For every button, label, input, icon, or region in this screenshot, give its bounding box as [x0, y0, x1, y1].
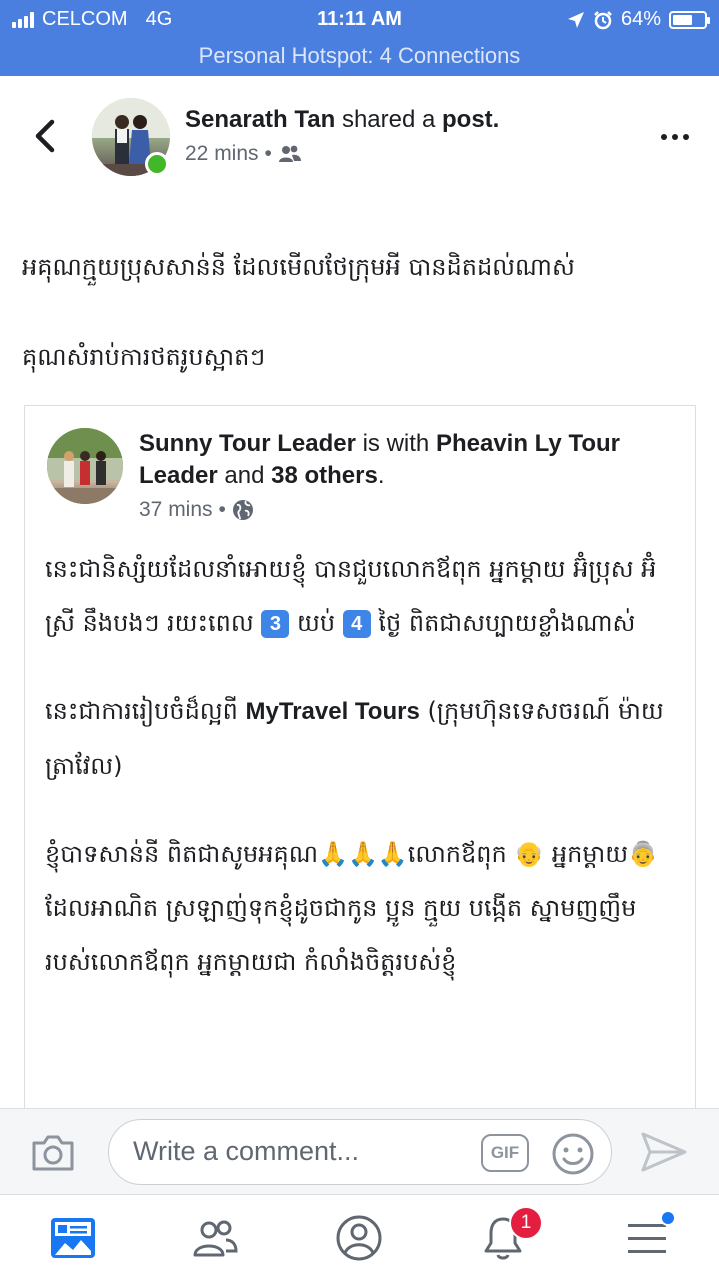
profile-icon[interactable]: [334, 1213, 384, 1263]
shared-author-name[interactable]: Sunny Tour Leader: [139, 430, 356, 457]
meta-separator: •: [264, 142, 272, 165]
old-woman-emoji: 👵: [628, 840, 658, 868]
shared-post-card[interactable]: Sunny Tour Leader is with Pheavin Ly Tou…: [24, 405, 696, 1125]
para3-text-b: លោកឪពុក: [407, 840, 515, 868]
para1-text-c: ថ្ងៃ ពិតជាសប្បាយខ្លាំងណាស់: [370, 609, 636, 637]
more-options-icon[interactable]: [661, 134, 689, 140]
shared-post-title: Sunny Tour Leader is with Pheavin Ly Tou…: [139, 428, 679, 492]
shared-post-link[interactable]: post.: [442, 106, 499, 133]
tagged-others[interactable]: 38 others: [271, 462, 378, 489]
paragraph-3: ខ្ញុំបាទសាន់នី ពិតជាសូមអគុណ🙏🙏🙏លោកឪពុក 👴 …: [45, 827, 685, 989]
author-name[interactable]: Senarath Tan: [185, 106, 335, 133]
friends-icon: [278, 145, 301, 162]
keycap-three: 3: [261, 610, 290, 638]
status-bar: CELCOM 4G 11:11 AM 64%: [0, 0, 719, 38]
notification-badge: 1: [509, 1206, 543, 1240]
status-right: 64%: [567, 8, 710, 31]
alarm-icon: [594, 10, 612, 29]
shared-author-avatar[interactable]: [47, 428, 123, 504]
post-text-line-1: អគុណក្មួយប្រុសសាន់នី ដែលមើលថែក្រុមអី បាន…: [22, 253, 575, 281]
online-indicator: [145, 152, 169, 176]
shared-post-time[interactable]: 37 mins: [139, 498, 213, 522]
post-meta: 22 mins •: [185, 142, 302, 166]
old-man-emoji: 👴: [514, 840, 545, 868]
send-icon[interactable]: [640, 1131, 688, 1173]
post-header: Senarath Tan shared a post. 22 mins •: [0, 90, 719, 190]
battery-fill: [673, 14, 692, 25]
pray-emoji: 🙏🙏🙏: [318, 840, 408, 868]
para3-text-a: ខ្ញុំបាទសាន់នី ពិតជាសូមអគុណ: [45, 840, 319, 868]
with-text: is with: [362, 430, 430, 457]
post-text-line-2: គុណសំរាប់ការថតរូបស្អាតៗ: [22, 343, 266, 371]
battery-percent: 64%: [620, 8, 661, 30]
avatar-photo: [47, 428, 123, 504]
sticker-icon[interactable]: [551, 1132, 595, 1176]
para1-text-b: យប់: [289, 609, 343, 637]
para2-text-a: នេះជាការរៀបចំដ៏ល្អពី: [45, 697, 246, 725]
tab-bar: [0, 1194, 719, 1280]
shared-post-body: នេះជានិស្សំយដែលនាំអោយខ្ញុំ បានជួបលោកឪពុក…: [45, 542, 685, 1023]
comment-placeholder: Write a comment...: [133, 1136, 360, 1166]
shared-post-meta: 37 mins •: [139, 498, 254, 522]
comment-bar: Write a comment... GIF: [0, 1108, 719, 1194]
post-title: Senarath Tan shared a post.: [185, 106, 499, 134]
action-text: shared a: [341, 106, 436, 133]
keycap-four: 4: [342, 610, 371, 638]
battery-icon: [669, 10, 710, 29]
menu-update-dot: [660, 1210, 676, 1226]
and-text: and: [224, 462, 265, 489]
hotspot-banner[interactable]: Personal Hotspot: 4 Connections: [0, 38, 719, 76]
para3-text-d: ដែលអាណិត ស្រឡាញ់ទុកខ្ញុំដូចជាកូន ប្អូន ក…: [45, 894, 637, 976]
post-time[interactable]: 22 mins: [185, 142, 259, 166]
paragraph-2: នេះជាការរៀបចំដ៏ល្អពី MyTravel Tours (ក្រ…: [45, 684, 685, 793]
paragraph-1: នេះជានិស្សំយដែលនាំអោយខ្ញុំ បានជួបលោកឪពុក…: [45, 542, 685, 650]
globe-icon: [232, 500, 253, 520]
para3-text-c: អ្នកម្តាយ: [544, 840, 629, 868]
comment-input[interactable]: Write a comment... GIF: [108, 1119, 612, 1185]
camera-icon[interactable]: [30, 1133, 76, 1173]
gif-button[interactable]: GIF: [481, 1134, 529, 1172]
news-feed-icon[interactable]: [48, 1213, 98, 1263]
back-arrow-icon[interactable]: [30, 116, 60, 156]
title-period: .: [377, 462, 385, 489]
company-name[interactable]: MyTravel Tours: [246, 698, 420, 725]
meta-separator: •: [218, 498, 226, 521]
friends-icon[interactable]: [190, 1213, 240, 1263]
location-icon: [567, 11, 584, 28]
